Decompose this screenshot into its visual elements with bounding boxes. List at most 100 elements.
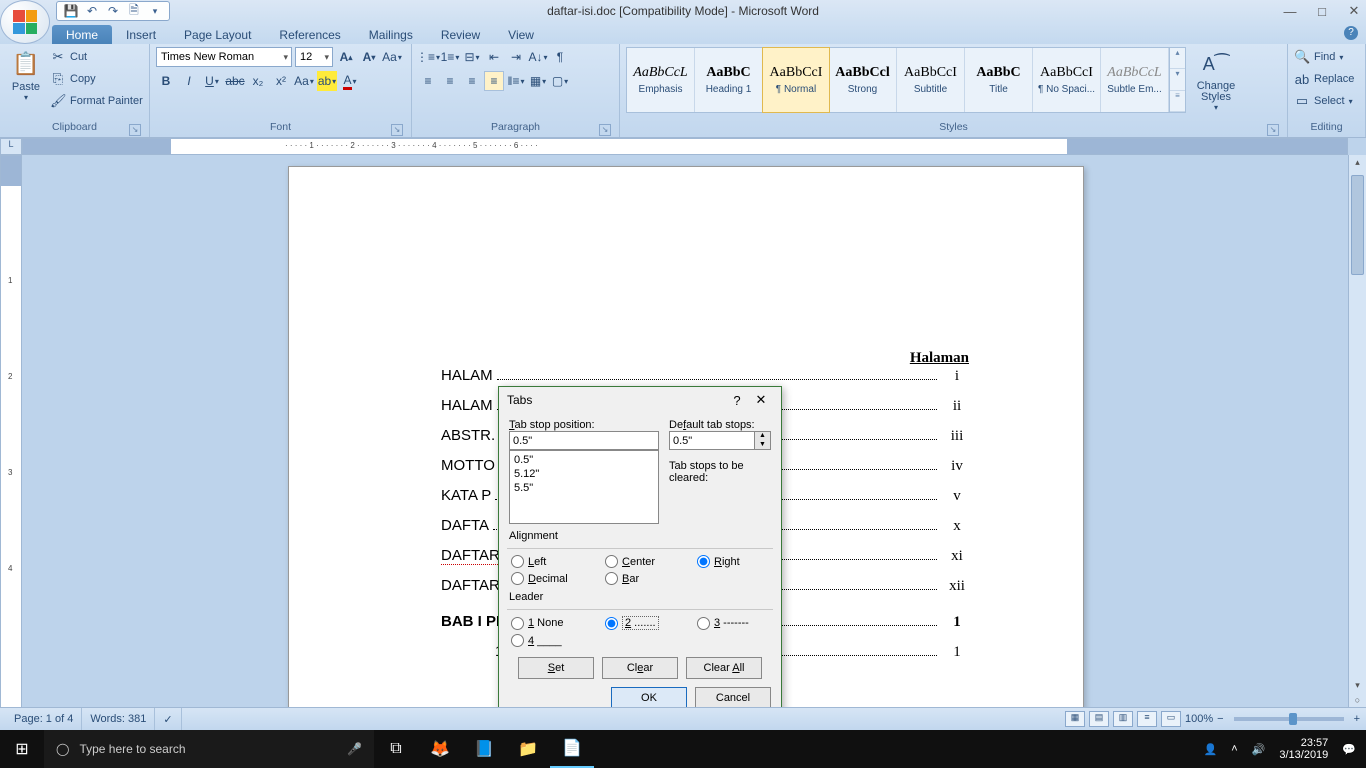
font-name-combo[interactable]: Times New Roman: [156, 47, 292, 67]
taskbar-app-word[interactable]: 📄: [550, 730, 594, 768]
decrease-indent-button[interactable]: ⇤: [484, 47, 504, 67]
zoom-level[interactable]: 100%: [1185, 713, 1213, 725]
leader-2-radio[interactable]: 2 .......: [605, 616, 697, 630]
tab-stop-position-input[interactable]: [509, 431, 659, 450]
undo-icon[interactable]: ↶: [84, 3, 100, 19]
styles-more[interactable]: ▴▾≡: [1169, 48, 1185, 112]
style-subtitle[interactable]: AaBbCcISubtitle: [897, 48, 965, 112]
tab-home[interactable]: Home: [52, 25, 112, 44]
tab-review[interactable]: Review: [427, 25, 494, 44]
dialog-titlebar[interactable]: Tabs ? ✕: [499, 387, 781, 413]
vertical-scrollbar[interactable]: ▴ ▾ ○ ⬘ ⬙: [1348, 155, 1366, 745]
outline-view[interactable]: ≡: [1137, 711, 1157, 727]
strikethrough-button[interactable]: abc: [225, 71, 245, 91]
tab-mailings[interactable]: Mailings: [355, 25, 427, 44]
default-tab-stops-spinner[interactable]: ▲▼: [755, 431, 771, 450]
leader-4-radio[interactable]: 4 ____: [511, 634, 605, 647]
leader-3-radio[interactable]: 3 -------: [697, 616, 769, 630]
align-center-radio[interactable]: Center: [605, 555, 697, 568]
underline-button[interactable]: U: [202, 71, 222, 91]
find-button[interactable]: 🔍Find▾: [1294, 47, 1354, 67]
show-marks-button[interactable]: ¶: [550, 47, 570, 67]
highlight-button[interactable]: ab: [317, 71, 337, 91]
grow-font-button[interactable]: A▴: [336, 47, 356, 67]
justify-button[interactable]: ≡: [484, 71, 504, 91]
align-decimal-radio[interactable]: Decimal: [511, 572, 605, 585]
style-title[interactable]: AaBbCTitle: [965, 48, 1033, 112]
tray-notifications-icon[interactable]: 💬: [1342, 743, 1356, 756]
borders-button[interactable]: ▢: [550, 71, 570, 91]
zoom-out-button[interactable]: −: [1217, 713, 1223, 725]
style-nospacing[interactable]: AaBbCcI¶ No Spaci...: [1033, 48, 1101, 112]
paste-button[interactable]: 📋 Paste ▾: [6, 47, 46, 102]
bullets-button[interactable]: ⋮≡: [418, 47, 438, 67]
style-emphasis[interactable]: AaBbCcLEmphasis: [627, 48, 695, 112]
style-strong[interactable]: AaBbCclStrong: [829, 48, 897, 112]
align-bar-radio[interactable]: Bar: [605, 572, 697, 585]
shrink-font-button[interactable]: A▾: [359, 47, 379, 67]
vertical-ruler[interactable]: 1 2 3 4: [0, 155, 22, 745]
tab-view[interactable]: View: [494, 25, 548, 44]
set-button[interactable]: Set: [518, 657, 594, 679]
clipboard-launcher[interactable]: ↘: [129, 124, 141, 136]
minimize-button[interactable]: —: [1282, 4, 1298, 19]
multilevel-button[interactable]: ⊟: [462, 47, 482, 67]
clear-button[interactable]: Clear: [602, 657, 678, 679]
draft-view[interactable]: ▭: [1161, 711, 1181, 727]
taskbar-app-notepad[interactable]: 📘: [462, 730, 506, 768]
tab-references[interactable]: References: [265, 25, 354, 44]
shading-button[interactable]: ▦: [528, 71, 548, 91]
dialog-close-button[interactable]: ✕: [749, 392, 773, 408]
subscript-button[interactable]: x₂: [248, 71, 268, 91]
align-center-button[interactable]: ≡: [440, 71, 460, 91]
page-status[interactable]: Page: 1 of 4: [6, 708, 82, 730]
tab-insert[interactable]: Insert: [112, 25, 170, 44]
default-tab-stops-input[interactable]: [669, 431, 755, 450]
leader-1-radio[interactable]: 1 None: [511, 616, 605, 630]
print-layout-view[interactable]: ▦: [1065, 711, 1085, 727]
word-count[interactable]: Words: 381: [82, 708, 155, 730]
qat-dropdown-icon[interactable]: ▾: [147, 3, 163, 19]
zoom-in-button[interactable]: +: [1354, 713, 1360, 725]
cut-button[interactable]: ✂Cut: [50, 47, 143, 67]
cancel-button[interactable]: Cancel: [695, 687, 771, 709]
bold-button[interactable]: B: [156, 71, 176, 91]
change-styles-button[interactable]: A⁀ Change Styles ▾: [1190, 47, 1242, 112]
font-launcher[interactable]: ↘: [391, 124, 403, 136]
numbering-button[interactable]: 1≡: [440, 47, 460, 67]
tab-page-layout[interactable]: Page Layout: [170, 25, 265, 44]
align-left-radio[interactable]: Left: [511, 555, 605, 568]
horizontal-ruler[interactable]: · · · · · 1 · · · · · · · 2 · · · · · · …: [22, 138, 1348, 155]
tray-people-icon[interactable]: 👤: [1204, 743, 1218, 756]
align-right-radio[interactable]: Right: [697, 555, 769, 568]
ok-button[interactable]: OK: [611, 687, 687, 709]
font-color-button[interactable]: A: [340, 71, 360, 91]
sort-button[interactable]: A↓: [528, 47, 548, 67]
font-size-combo[interactable]: 12: [295, 47, 333, 67]
full-screen-view[interactable]: ▤: [1089, 711, 1109, 727]
italic-button[interactable]: I: [179, 71, 199, 91]
line-spacing-button[interactable]: ‖≡: [506, 71, 526, 91]
styles-launcher[interactable]: ↘: [1267, 124, 1279, 136]
save-icon[interactable]: 💾: [63, 3, 79, 19]
superscript-button[interactable]: x²: [271, 71, 291, 91]
align-right-button[interactable]: ≡: [462, 71, 482, 91]
change-case-button[interactable]: Aa: [294, 71, 314, 91]
taskbar-app-firefox[interactable]: 🦊: [418, 730, 462, 768]
increase-indent-button[interactable]: ⇥: [506, 47, 526, 67]
tray-volume-icon[interactable]: 🔊: [1252, 743, 1266, 756]
web-layout-view[interactable]: ▥: [1113, 711, 1133, 727]
paragraph-launcher[interactable]: ↘: [599, 124, 611, 136]
replace-button[interactable]: abReplace: [1294, 69, 1354, 89]
new-doc-icon[interactable]: 🗎: [126, 3, 142, 19]
style-subtle-emphasis[interactable]: AaBbCcLSubtle Em...: [1101, 48, 1169, 112]
taskbar-search[interactable]: ◯ Type here to search 🎤: [44, 730, 374, 768]
task-view-button[interactable]: ⧉: [374, 730, 418, 768]
help-icon[interactable]: ?: [1344, 26, 1358, 40]
ruler-corner[interactable]: L: [0, 138, 22, 155]
select-button[interactable]: ▭Select▾: [1294, 91, 1354, 111]
dialog-help-button[interactable]: ?: [725, 393, 749, 408]
taskbar-clock[interactable]: 23:57 3/13/2019: [1279, 737, 1328, 761]
taskbar-app-explorer[interactable]: 📁: [506, 730, 550, 768]
scrollbar-thumb[interactable]: [1351, 175, 1364, 275]
